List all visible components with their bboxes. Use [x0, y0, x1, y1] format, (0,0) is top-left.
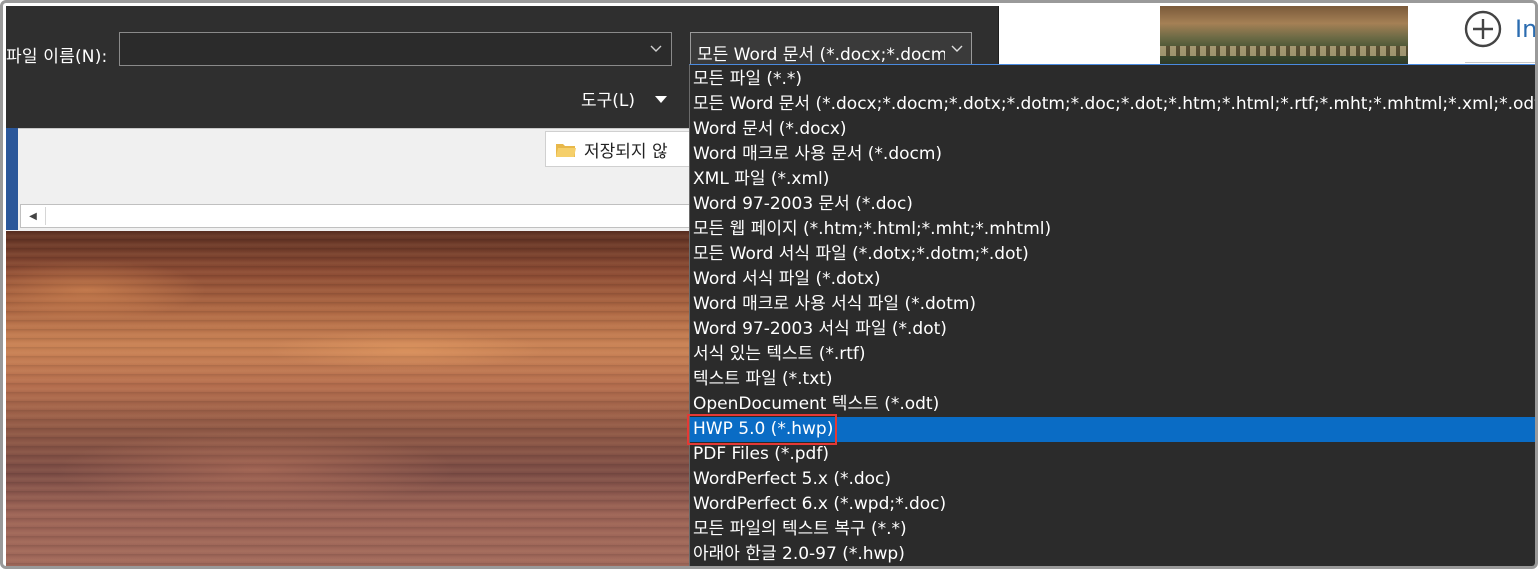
- dropdown-option[interactable]: 모든 Word 문서 (*.docx;*.docm;*.dotx;*.dotm;…: [690, 92, 1535, 117]
- divider: [1465, 62, 1535, 63]
- background-photo: [6, 230, 698, 566]
- dropdown-option[interactable]: XML 파일 (*.xml): [690, 167, 1535, 192]
- scrollbar-thumb[interactable]: [45, 207, 706, 225]
- dropdown-option[interactable]: Word 97-2003 문서 (*.doc): [690, 192, 1535, 217]
- filetype-dropdown-list[interactable]: 모든 파일 (*.*) 모든 Word 문서 (*.docx;*.docm;*.d…: [689, 64, 1535, 566]
- dropdown-option[interactable]: 아래아 한글 2.0-97 (*.hwp): [690, 542, 1535, 566]
- dropdown-option[interactable]: 모든 파일의 텍스트 복구 (*.*): [690, 517, 1535, 542]
- dropdown-option[interactable]: 모든 웹 페이지 (*.htm;*.html;*.mht;*.mhtml): [690, 217, 1535, 242]
- dropdown-option[interactable]: 서식 있는 텍스트 (*.rtf): [690, 342, 1535, 367]
- right-panel-partial-text: In: [1515, 15, 1538, 43]
- window-frame: 저장되지 않 ◀ In 파일 이름(N): 모든 Word 문서 (*.docx…: [0, 0, 1538, 569]
- dropdown-option[interactable]: Word 문서 (*.docx): [690, 117, 1535, 142]
- folder-item-unsaved[interactable]: 저장되지 않: [545, 131, 698, 167]
- photo-thumbnail: [1160, 6, 1408, 64]
- scroll-left-icon[interactable]: ◀: [21, 205, 45, 227]
- dropdown-option[interactable]: OpenDocument 텍스트 (*.odt): [690, 392, 1535, 417]
- add-button[interactable]: [1463, 9, 1503, 53]
- filename-label: 파일 이름(N):: [6, 47, 108, 67]
- dropdown-option[interactable]: Word 매크로 사용 서식 파일 (*.dotm): [690, 292, 1535, 317]
- dropdown-option[interactable]: PDF Files (*.pdf): [690, 442, 1535, 467]
- tools-menu-button[interactable]: 도구(L): [581, 86, 668, 111]
- horizontal-scrollbar[interactable]: ◀: [20, 204, 706, 228]
- chevron-down-icon[interactable]: [649, 41, 663, 60]
- dropdown-option[interactable]: WordPerfect 6.x (*.wpd;*.doc): [690, 492, 1535, 517]
- filetype-selected-text: 모든 Word 문서 (*.docx;*.docm: [697, 45, 945, 65]
- dropdown-option[interactable]: Word 97-2003 서식 파일 (*.dot): [690, 317, 1535, 342]
- left-accent-bar: [6, 128, 18, 230]
- tools-label: 도구(L): [581, 91, 636, 111]
- filetype-select[interactable]: 모든 Word 문서 (*.docx;*.docm: [690, 32, 972, 66]
- folder-icon: [556, 142, 576, 157]
- filename-input[interactable]: [119, 32, 672, 66]
- dropdown-option[interactable]: WordPerfect 5.x (*.doc): [690, 467, 1535, 492]
- folder-item-label: 저장되지 않: [584, 141, 668, 162]
- plus-circle-icon: [1463, 9, 1503, 53]
- dropdown-option[interactable]: 모든 파일 (*.*): [690, 67, 1535, 92]
- dropdown-option[interactable]: 텍스트 파일 (*.txt): [690, 367, 1535, 392]
- dropdown-option[interactable]: Word 서식 파일 (*.dotx): [690, 267, 1535, 292]
- chevron-down-icon: [950, 41, 964, 61]
- dropdown-option[interactable]: HWP 5.0 (*.hwp): [690, 417, 1535, 442]
- caret-down-icon: [655, 89, 668, 109]
- dropdown-option[interactable]: Word 매크로 사용 문서 (*.docm): [690, 142, 1535, 167]
- dropdown-option[interactable]: 모든 Word 서식 파일 (*.dotx;*.dotm;*.dot): [690, 242, 1535, 267]
